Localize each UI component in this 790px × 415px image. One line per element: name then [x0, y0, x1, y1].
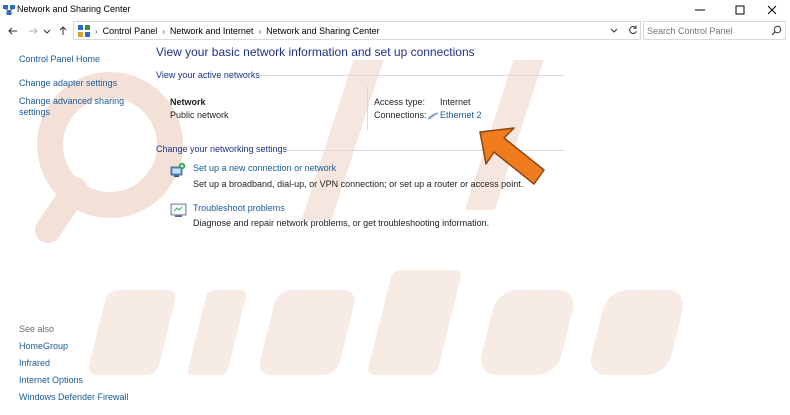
- setup-connection-link[interactable]: Set up a new connection or network: [193, 163, 336, 173]
- refresh-button[interactable]: [626, 23, 640, 37]
- homegroup-link[interactable]: HomeGroup: [19, 341, 68, 352]
- search-box[interactable]: [643, 21, 786, 40]
- see-also-label: See also: [19, 324, 55, 334]
- troubleshoot-icon: [170, 203, 187, 217]
- forward-button[interactable]: [26, 24, 40, 38]
- window-title: Network and Sharing Center: [17, 4, 131, 14]
- troubleshoot-problems-link[interactable]: Troubleshoot problems: [193, 203, 285, 213]
- address-bar[interactable]: › Control Panel › Network and Internet ›…: [73, 21, 641, 40]
- breadcrumb-separator: ›: [258, 26, 262, 36]
- recent-locations-button[interactable]: [42, 24, 52, 38]
- search-icon[interactable]: [771, 25, 782, 36]
- refresh-icon: [629, 25, 637, 35]
- breadcrumb-network-and-internet[interactable]: Network and Internet: [170, 26, 254, 36]
- arrow-right-icon: [29, 27, 38, 35]
- breadcrumb-separator: ›: [162, 26, 165, 36]
- search-input[interactable]: [647, 24, 767, 37]
- control-panel-home-link[interactable]: Control Panel Home: [19, 54, 100, 65]
- change-advanced-sharing-settings-link[interactable]: Change advanced sharing settings: [19, 96, 124, 118]
- internet-options-link[interactable]: Internet Options: [19, 375, 83, 386]
- change-settings-label: Change your networking settings: [156, 144, 288, 154]
- ethernet-2-link[interactable]: Ethernet 2: [440, 110, 482, 120]
- title-bar: Network and Sharing Center: [0, 0, 790, 20]
- maximize-icon: [735, 5, 745, 15]
- address-dropdown-button[interactable]: [610, 26, 618, 36]
- breadcrumb-control-panel[interactable]: Control Panel: [103, 26, 158, 36]
- network-name: Network: [170, 97, 206, 107]
- network-divider: [367, 86, 368, 130]
- network-category: Public network: [170, 110, 229, 120]
- active-networks-label: View your active networks: [156, 70, 260, 80]
- breadcrumb: › Control Panel › Network and Internet ›…: [78, 25, 380, 37]
- maximize-button[interactable]: [722, 0, 758, 20]
- breadcrumb-separator: ›: [95, 26, 98, 36]
- link-line: Change advanced sharing: [19, 96, 125, 106]
- page-title: View your basic network information and …: [156, 45, 475, 59]
- minimize-button[interactable]: [682, 0, 718, 20]
- close-icon: [767, 5, 777, 15]
- connections-label: Connections:: [374, 110, 427, 120]
- back-button[interactable]: [6, 24, 20, 38]
- ethernet-icon: [427, 112, 439, 120]
- windows-defender-firewall-link[interactable]: Windows Defender Firewall: [19, 392, 129, 403]
- close-button[interactable]: [754, 0, 790, 20]
- control-panel-icon: [78, 25, 90, 37]
- change-adapter-settings-link[interactable]: Change adapter settings: [19, 78, 117, 89]
- arrow-left-icon: [8, 27, 17, 35]
- infrared-link[interactable]: Infrared: [19, 358, 50, 369]
- up-button[interactable]: [56, 24, 70, 38]
- link-line: settings: [19, 107, 51, 117]
- breadcrumb-network-and-sharing-center[interactable]: Network and Sharing Center: [266, 26, 380, 36]
- chevron-down-icon: [43, 29, 51, 34]
- annotation-arrow-icon: [479, 127, 545, 185]
- setup-connection-description: Set up a broadband, dial-up, or VPN conn…: [193, 179, 524, 189]
- network-setup-icon: [170, 162, 186, 177]
- arrow-up-icon: [59, 26, 67, 35]
- network-center-icon: [3, 5, 15, 15]
- chevron-down-icon: [610, 28, 618, 33]
- section-divider: [260, 75, 564, 76]
- access-type-value: Internet: [440, 97, 471, 107]
- access-type-label: Access type:: [374, 97, 426, 107]
- minimize-icon: [695, 9, 705, 11]
- troubleshoot-description: Diagnose and repair network problems, or…: [193, 218, 490, 228]
